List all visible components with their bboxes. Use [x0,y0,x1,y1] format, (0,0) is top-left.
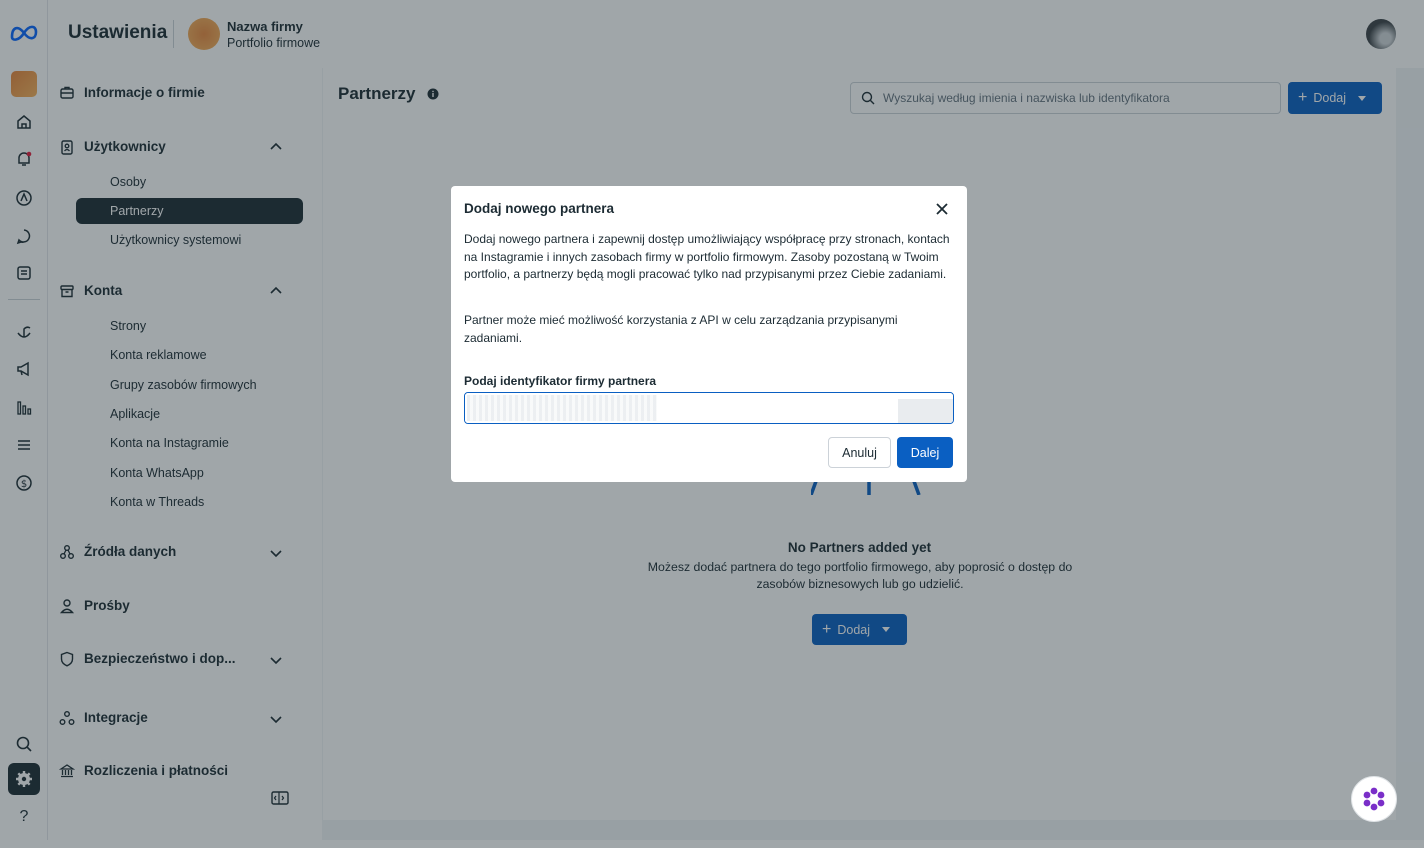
next-button[interactable]: Dalej [897,437,953,468]
assistant-flower-icon [1363,787,1385,811]
partner-id-field[interactable] [464,392,954,424]
partner-id-label: Podaj identyfikator firmy partnera [464,374,657,388]
dialog-api-note: Partner może mieć możliwość korzystania … [464,313,898,345]
assistant-button[interactable] [1351,776,1397,822]
add-partner-dialog: Dodaj nowego partnera Dodaj nowego partn… [451,186,967,482]
dialog-description: Dodaj nowego partnera i zapewnij dostęp … [464,232,950,281]
close-icon[interactable] [935,202,949,216]
partner-id-input[interactable] [465,393,953,423]
cancel-button[interactable]: Anuluj [828,437,891,468]
dialog-title: Dodaj nowego partnera [464,201,615,216]
